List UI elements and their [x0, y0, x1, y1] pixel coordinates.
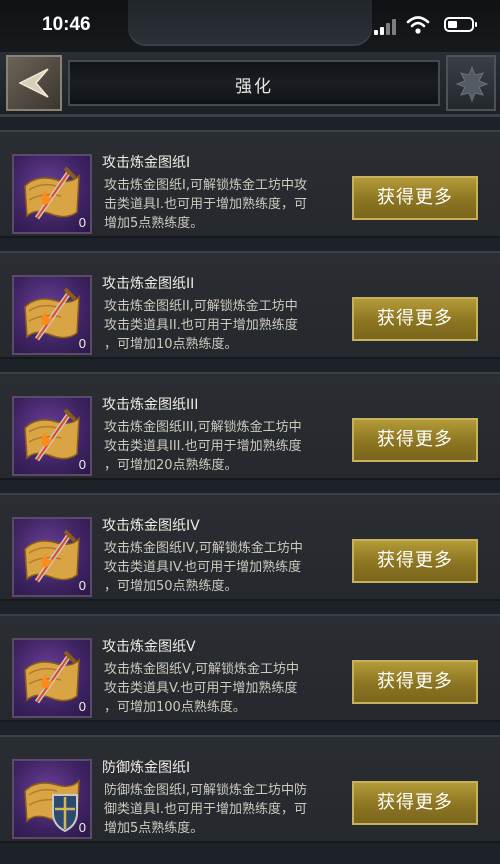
item-name: 防御炼金图纸I: [102, 760, 191, 776]
wifi-icon: [406, 15, 430, 35]
item-name: 攻击炼金图纸V: [102, 639, 196, 655]
emblem-icon: [455, 65, 489, 103]
get-more-button[interactable]: 获得更多: [352, 418, 478, 462]
item-description: 防御炼金图纸I,可解锁炼金工坊中防 御类道具I.也可用于增加熟练度，可 增加5点…: [104, 783, 307, 836]
back-arrow-icon: [18, 68, 49, 98]
get-more-button[interactable]: 获得更多: [352, 297, 478, 341]
signal-icon: [374, 19, 396, 35]
item-name: 攻击炼金图纸III: [102, 397, 199, 413]
item-icon-frame[interactable]: 0: [12, 154, 92, 234]
item-description: 攻击炼金图纸IV,可解锁炼金工坊中 攻击类道具IV.也可用于增加熟练度 ，可增加…: [104, 541, 303, 594]
get-more-button[interactable]: 获得更多: [352, 781, 478, 825]
item-count: 0: [78, 699, 86, 714]
item-description: 攻击炼金图纸III,可解锁炼金工坊中 攻击类道具III.也可用于增加熟练度 ，可…: [104, 420, 302, 473]
list-item: 0 攻击炼金图纸III 攻击炼金图纸III,可解锁炼金工坊中 攻击类道具III.…: [0, 372, 500, 480]
list-item: 0 攻击炼金图纸IV 攻击炼金图纸IV,可解锁炼金工坊中 攻击类道具IV.也可用…: [0, 493, 500, 601]
item-icon-frame[interactable]: 0: [12, 517, 92, 597]
status-icons: [354, 15, 477, 37]
get-more-button[interactable]: 获得更多: [352, 539, 478, 583]
item-count: 0: [78, 336, 86, 351]
item-name: 攻击炼金图纸I: [102, 155, 191, 171]
list-item: 0 攻击炼金图纸II 攻击炼金图纸II,可解锁炼金工坊中 攻击类道具II.也可用…: [0, 251, 500, 359]
header: 强化: [0, 52, 500, 117]
item-description: 攻击炼金图纸V,可解锁炼金工坊中 攻击类道具V.也可用于增加熟练度 ，可增加10…: [104, 662, 300, 715]
item-icon-frame[interactable]: 0: [12, 759, 92, 839]
battery-icon: [444, 17, 477, 32]
item-description: 攻击炼金图纸I,可解锁炼金工坊中攻 击类道具I.也可用于增加熟练度，可 增加5点…: [104, 178, 307, 231]
item-name: 攻击炼金图纸IV: [102, 518, 200, 534]
emblem-button[interactable]: [446, 55, 496, 111]
item-icon-frame[interactable]: 0: [12, 396, 92, 476]
item-count: 0: [78, 215, 86, 230]
item-count: 0: [78, 578, 86, 593]
title-bar: 强化: [68, 60, 440, 106]
back-button[interactable]: [6, 55, 62, 111]
get-more-button[interactable]: 获得更多: [352, 176, 478, 220]
list-item: 0 攻击炼金图纸V 攻击炼金图纸V,可解锁炼金工坊中 攻击类道具V.也可用于增加…: [0, 614, 500, 722]
list-item: 0 攻击炼金图纸I 攻击炼金图纸I,可解锁炼金工坊中攻 击类道具I.也可用于增加…: [0, 130, 500, 238]
item-description: 攻击炼金图纸II,可解锁炼金工坊中 攻击类道具II.也可用于增加熟练度 ，可增加…: [104, 299, 298, 352]
item-icon-frame[interactable]: 0: [12, 275, 92, 355]
page-title: 强化: [235, 77, 273, 97]
status-time: 10:46: [42, 14, 91, 35]
get-more-button[interactable]: 获得更多: [352, 660, 478, 704]
item-name: 攻击炼金图纸II: [102, 276, 195, 292]
item-count: 0: [78, 820, 86, 835]
list-item: 0 防御炼金图纸I 防御炼金图纸I,可解锁炼金工坊中防 御类道具I.也可用于增加…: [0, 735, 500, 843]
status-bar: 10:46: [0, 0, 500, 52]
notch: [128, 0, 372, 46]
item-count: 0: [78, 457, 86, 472]
item-icon-frame[interactable]: 0: [12, 638, 92, 718]
